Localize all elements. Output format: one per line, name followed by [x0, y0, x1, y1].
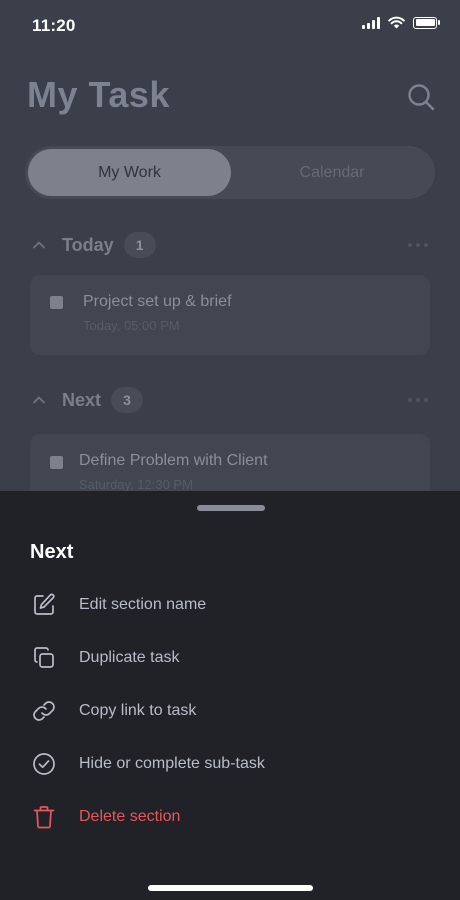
menu-item-duplicate-task[interactable]: Duplicate task	[30, 638, 430, 678]
menu-item-edit-section-name[interactable]: Edit section name	[30, 585, 430, 625]
task-due-time: Saturday, 12:30 PM	[79, 477, 193, 492]
home-indicator	[148, 885, 313, 891]
page-title: My Task	[27, 74, 170, 115]
section-count-badge: 3	[111, 387, 144, 413]
status-time: 11:20	[32, 16, 76, 35]
status-icons	[362, 16, 440, 29]
menu-item-label: Hide or complete sub-task	[79, 755, 265, 772]
section-header-next[interactable]: Next 3	[30, 386, 430, 414]
task-checkbox[interactable]	[50, 296, 63, 309]
section-header-today[interactable]: Today 1	[30, 231, 430, 259]
menu-item-label: Duplicate task	[79, 649, 180, 666]
menu-item-copy-link[interactable]: Copy link to task	[30, 691, 430, 731]
menu-item-delete-section[interactable]: Delete section	[30, 797, 430, 837]
wifi-icon	[388, 16, 405, 29]
tab-calendar[interactable]: Calendar	[232, 149, 432, 196]
task-checkbox[interactable]	[50, 456, 63, 469]
signal-icon	[362, 16, 380, 29]
task-due-time: Today, 05:00 PM	[83, 318, 180, 333]
duplicate-icon	[30, 644, 58, 672]
more-options-icon[interactable]	[408, 398, 428, 402]
more-options-icon[interactable]	[408, 243, 428, 247]
sheet-title: Next	[30, 541, 74, 563]
menu-item-label: Delete section	[79, 808, 181, 825]
link-icon	[30, 697, 58, 725]
menu-item-label: Copy link to task	[79, 702, 197, 719]
check-circle-icon	[30, 750, 58, 778]
chevron-up-icon[interactable]	[30, 236, 48, 254]
sheet-drag-handle[interactable]	[197, 505, 265, 511]
view-switcher: My Work Calendar	[25, 146, 435, 199]
bottom-sheet: Next Edit section name Duplicate task Co…	[0, 491, 460, 900]
task-card[interactable]: Project set up & brief Today, 05:00 PM	[30, 275, 430, 355]
search-icon[interactable]	[406, 82, 436, 112]
section-count-badge: 1	[123, 232, 156, 258]
menu-item-label: Edit section name	[79, 596, 207, 613]
task-title: Define Problem with Client	[79, 452, 268, 469]
task-title: Project set up & brief	[83, 293, 232, 310]
chevron-up-icon[interactable]	[30, 391, 48, 409]
tab-my-work[interactable]: My Work	[28, 149, 231, 196]
trash-icon	[30, 803, 58, 831]
battery-icon	[413, 16, 437, 29]
edit-icon	[30, 591, 58, 619]
section-title: Today	[62, 234, 114, 255]
menu-item-hide-complete-subtask[interactable]: Hide or complete sub-task	[30, 744, 430, 784]
section-title: Next	[62, 389, 102, 410]
status-bar: 11:20	[0, 0, 460, 52]
